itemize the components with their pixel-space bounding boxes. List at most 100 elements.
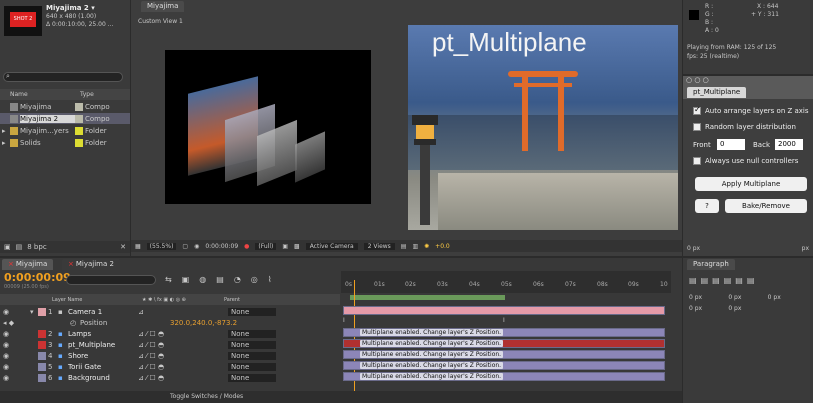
layer-search-input[interactable]	[66, 275, 156, 285]
col-type[interactable]: Type	[80, 91, 94, 98]
checkbox-icon[interactable]	[693, 123, 701, 131]
parent-select[interactable]: None	[228, 340, 276, 349]
align-left-icon[interactable]: ▤	[689, 276, 697, 285]
eye-icon[interactable]: ◉	[0, 330, 10, 338]
eye-icon[interactable]: ◉	[0, 374, 10, 382]
grid-icon[interactable]: ▦	[135, 243, 141, 250]
layer-name[interactable]: Torii Gate	[68, 363, 138, 371]
label-color-icon[interactable]	[38, 351, 46, 360]
space-after-value[interactable]: 0 px	[728, 305, 767, 312]
parent-select[interactable]: None	[228, 329, 276, 338]
transparency-icon[interactable]: ▩	[294, 243, 300, 250]
label-color-icon[interactable]	[38, 362, 46, 371]
justify-icon[interactable]: ▤	[724, 276, 732, 285]
active-camera-view[interactable]: pt_Multiplane	[408, 25, 678, 230]
fit-icon[interactable]: ▢	[182, 243, 188, 250]
layer-row[interactable]: ◉ 4 ▪ Shore ⊿ ⁄ ☐ ◓ None	[0, 350, 340, 361]
tab-pt-multiplane[interactable]: pt_Multiplane	[687, 87, 747, 98]
viewer-timecode[interactable]: 0:00:00:09	[205, 243, 238, 250]
layer-row[interactable]: ◉ 2 ▪ Lamps ⊿ ⁄ ☐ ◓ None	[0, 328, 340, 339]
parent-select[interactable]: None	[228, 351, 276, 360]
front-input[interactable]: 0	[717, 139, 745, 150]
pixel-icon[interactable]: ▥	[412, 243, 418, 250]
back-input[interactable]: 2000	[775, 139, 803, 150]
position-value[interactable]: 320.0,240.0,-873.2	[170, 319, 237, 327]
list-item[interactable]: Miyajima Compo	[0, 101, 130, 112]
col-layer-name[interactable]: Layer Name	[52, 297, 142, 303]
parent-select[interactable]: None	[228, 373, 276, 382]
label-color-icon[interactable]	[38, 340, 46, 349]
toggle-switches-button[interactable]: Toggle Switches / Modes	[170, 393, 243, 400]
align-right-icon[interactable]: ▤	[712, 276, 720, 285]
eye-icon[interactable]: ◉	[0, 308, 10, 316]
random-checkbox[interactable]: Random layer distribution	[693, 123, 796, 131]
exposure-value[interactable]: +0.0	[435, 243, 450, 250]
align-center-icon[interactable]: ▤	[701, 276, 709, 285]
motion-blur-icon[interactable]: ◔	[234, 275, 241, 284]
tab-miyajima-2[interactable]: × Miyajima 2	[62, 259, 120, 270]
indent-first-value[interactable]: 0 px	[768, 294, 807, 301]
col-parent[interactable]: Parent	[224, 297, 240, 303]
layer-name[interactable]: pt_Multiplane	[68, 341, 138, 349]
tab-paragraph[interactable]: Paragraph	[687, 259, 735, 270]
keyframe-icon[interactable]: I	[503, 317, 505, 324]
bake-remove-button[interactable]: Bake/Remove	[725, 199, 807, 213]
trash-icon[interactable]: ✕	[120, 243, 126, 251]
frame-blend-icon[interactable]: ▤	[216, 275, 224, 284]
layer-row[interactable]: ◉ 5 ▪ Torii Gate ⊿ ⁄ ☐ ◓ None	[0, 361, 340, 372]
close-icon[interactable]: ×	[8, 260, 14, 268]
zoom-select[interactable]: (55.5%)	[146, 242, 177, 250]
search-input[interactable]: ⌕	[3, 72, 123, 82]
roi-icon[interactable]: ▣	[282, 243, 288, 250]
layer-bar-camera[interactable]	[343, 306, 665, 315]
layer-name[interactable]: Shore	[68, 352, 138, 360]
px-value-2[interactable]: px	[802, 245, 809, 252]
graph-editor-icon[interactable]: ⌇	[268, 275, 272, 284]
indent-right-value[interactable]: 0 px	[728, 294, 767, 301]
stopwatch-icon[interactable]: ◴	[70, 319, 80, 327]
shy-icon[interactable]: ◍	[199, 275, 206, 284]
draft-3d-icon[interactable]: ▣	[182, 275, 190, 284]
space-before-value[interactable]: 0 px	[689, 305, 728, 312]
keyframe-icon[interactable]: I	[343, 317, 345, 324]
layer-name[interactable]: Background	[68, 374, 138, 382]
camera-snapshot-icon[interactable]: ◉	[194, 243, 199, 250]
parent-select[interactable]: None	[228, 362, 276, 371]
checkbox-checked-icon[interactable]: ✓	[693, 105, 701, 115]
exposure-icon[interactable]: ✺	[424, 243, 429, 250]
parent-select[interactable]: None	[228, 307, 276, 316]
comp-new-icon[interactable]: ▤	[16, 243, 23, 251]
layer-row[interactable]: ◉ ▾ 1 ▪ Camera 1 ⊿ None	[0, 306, 340, 317]
col-name[interactable]: Name	[10, 91, 80, 98]
property-row[interactable]: ◂ ◆ ◴ Position 320.0,240.0,-873.2	[0, 317, 340, 328]
custom-view[interactable]	[165, 50, 371, 204]
tab-miyajima[interactable]: × Miyajima	[2, 259, 54, 270]
work-area-bar[interactable]	[350, 295, 505, 300]
apply-multiplane-button[interactable]: Apply Multiplane	[695, 177, 807, 191]
layer-name[interactable]: Lamps	[68, 330, 138, 338]
justify-last-icon[interactable]: ▤	[735, 276, 743, 285]
layer-name[interactable]: Camera 1	[68, 308, 138, 316]
expand-triangle-icon[interactable]: ▸	[2, 139, 10, 147]
views-select[interactable]: 2 Views	[363, 242, 395, 250]
camera-select[interactable]: Active Camera	[305, 242, 358, 250]
comp-name[interactable]: Miyajima 2 ▾	[46, 4, 95, 12]
help-button[interactable]: ?	[695, 199, 719, 213]
indent-left-value[interactable]: 0 px	[689, 294, 728, 301]
comp-mini-flowchart-icon[interactable]: ⇆	[165, 275, 172, 284]
list-item[interactable]: ▸ Solids Folder	[0, 137, 130, 148]
null-controllers-checkbox[interactable]: Always use null controllers	[693, 157, 798, 165]
layer-row[interactable]: ◉ 3 ▪ pt_Multiplane ⊿ ⁄ ☐ ◓ None	[0, 339, 340, 350]
checkbox-icon[interactable]	[693, 157, 701, 165]
justify-all-icon[interactable]: ▤	[747, 276, 755, 285]
list-item[interactable]: ▸ Miyajim...yers Folder	[0, 125, 130, 136]
eye-icon[interactable]: ◉	[0, 363, 10, 371]
layer-row[interactable]: ◉ 6 ▪ Background ⊿ ⁄ ☐ ◓ None	[0, 372, 340, 383]
channel-icon[interactable]: ●	[244, 243, 249, 250]
quality-select[interactable]: (Full)	[255, 242, 277, 250]
list-item[interactable]: Miyajima 2 Compo	[0, 113, 130, 124]
toggle-icon[interactable]: ▤	[401, 243, 407, 250]
bpc-label[interactable]: 8 bpc	[27, 243, 46, 251]
auto-arrange-checkbox[interactable]: ✓ Auto arrange layers on Z axis	[693, 105, 809, 115]
timeline-timecode[interactable]: 0:00:00:09	[4, 271, 71, 284]
